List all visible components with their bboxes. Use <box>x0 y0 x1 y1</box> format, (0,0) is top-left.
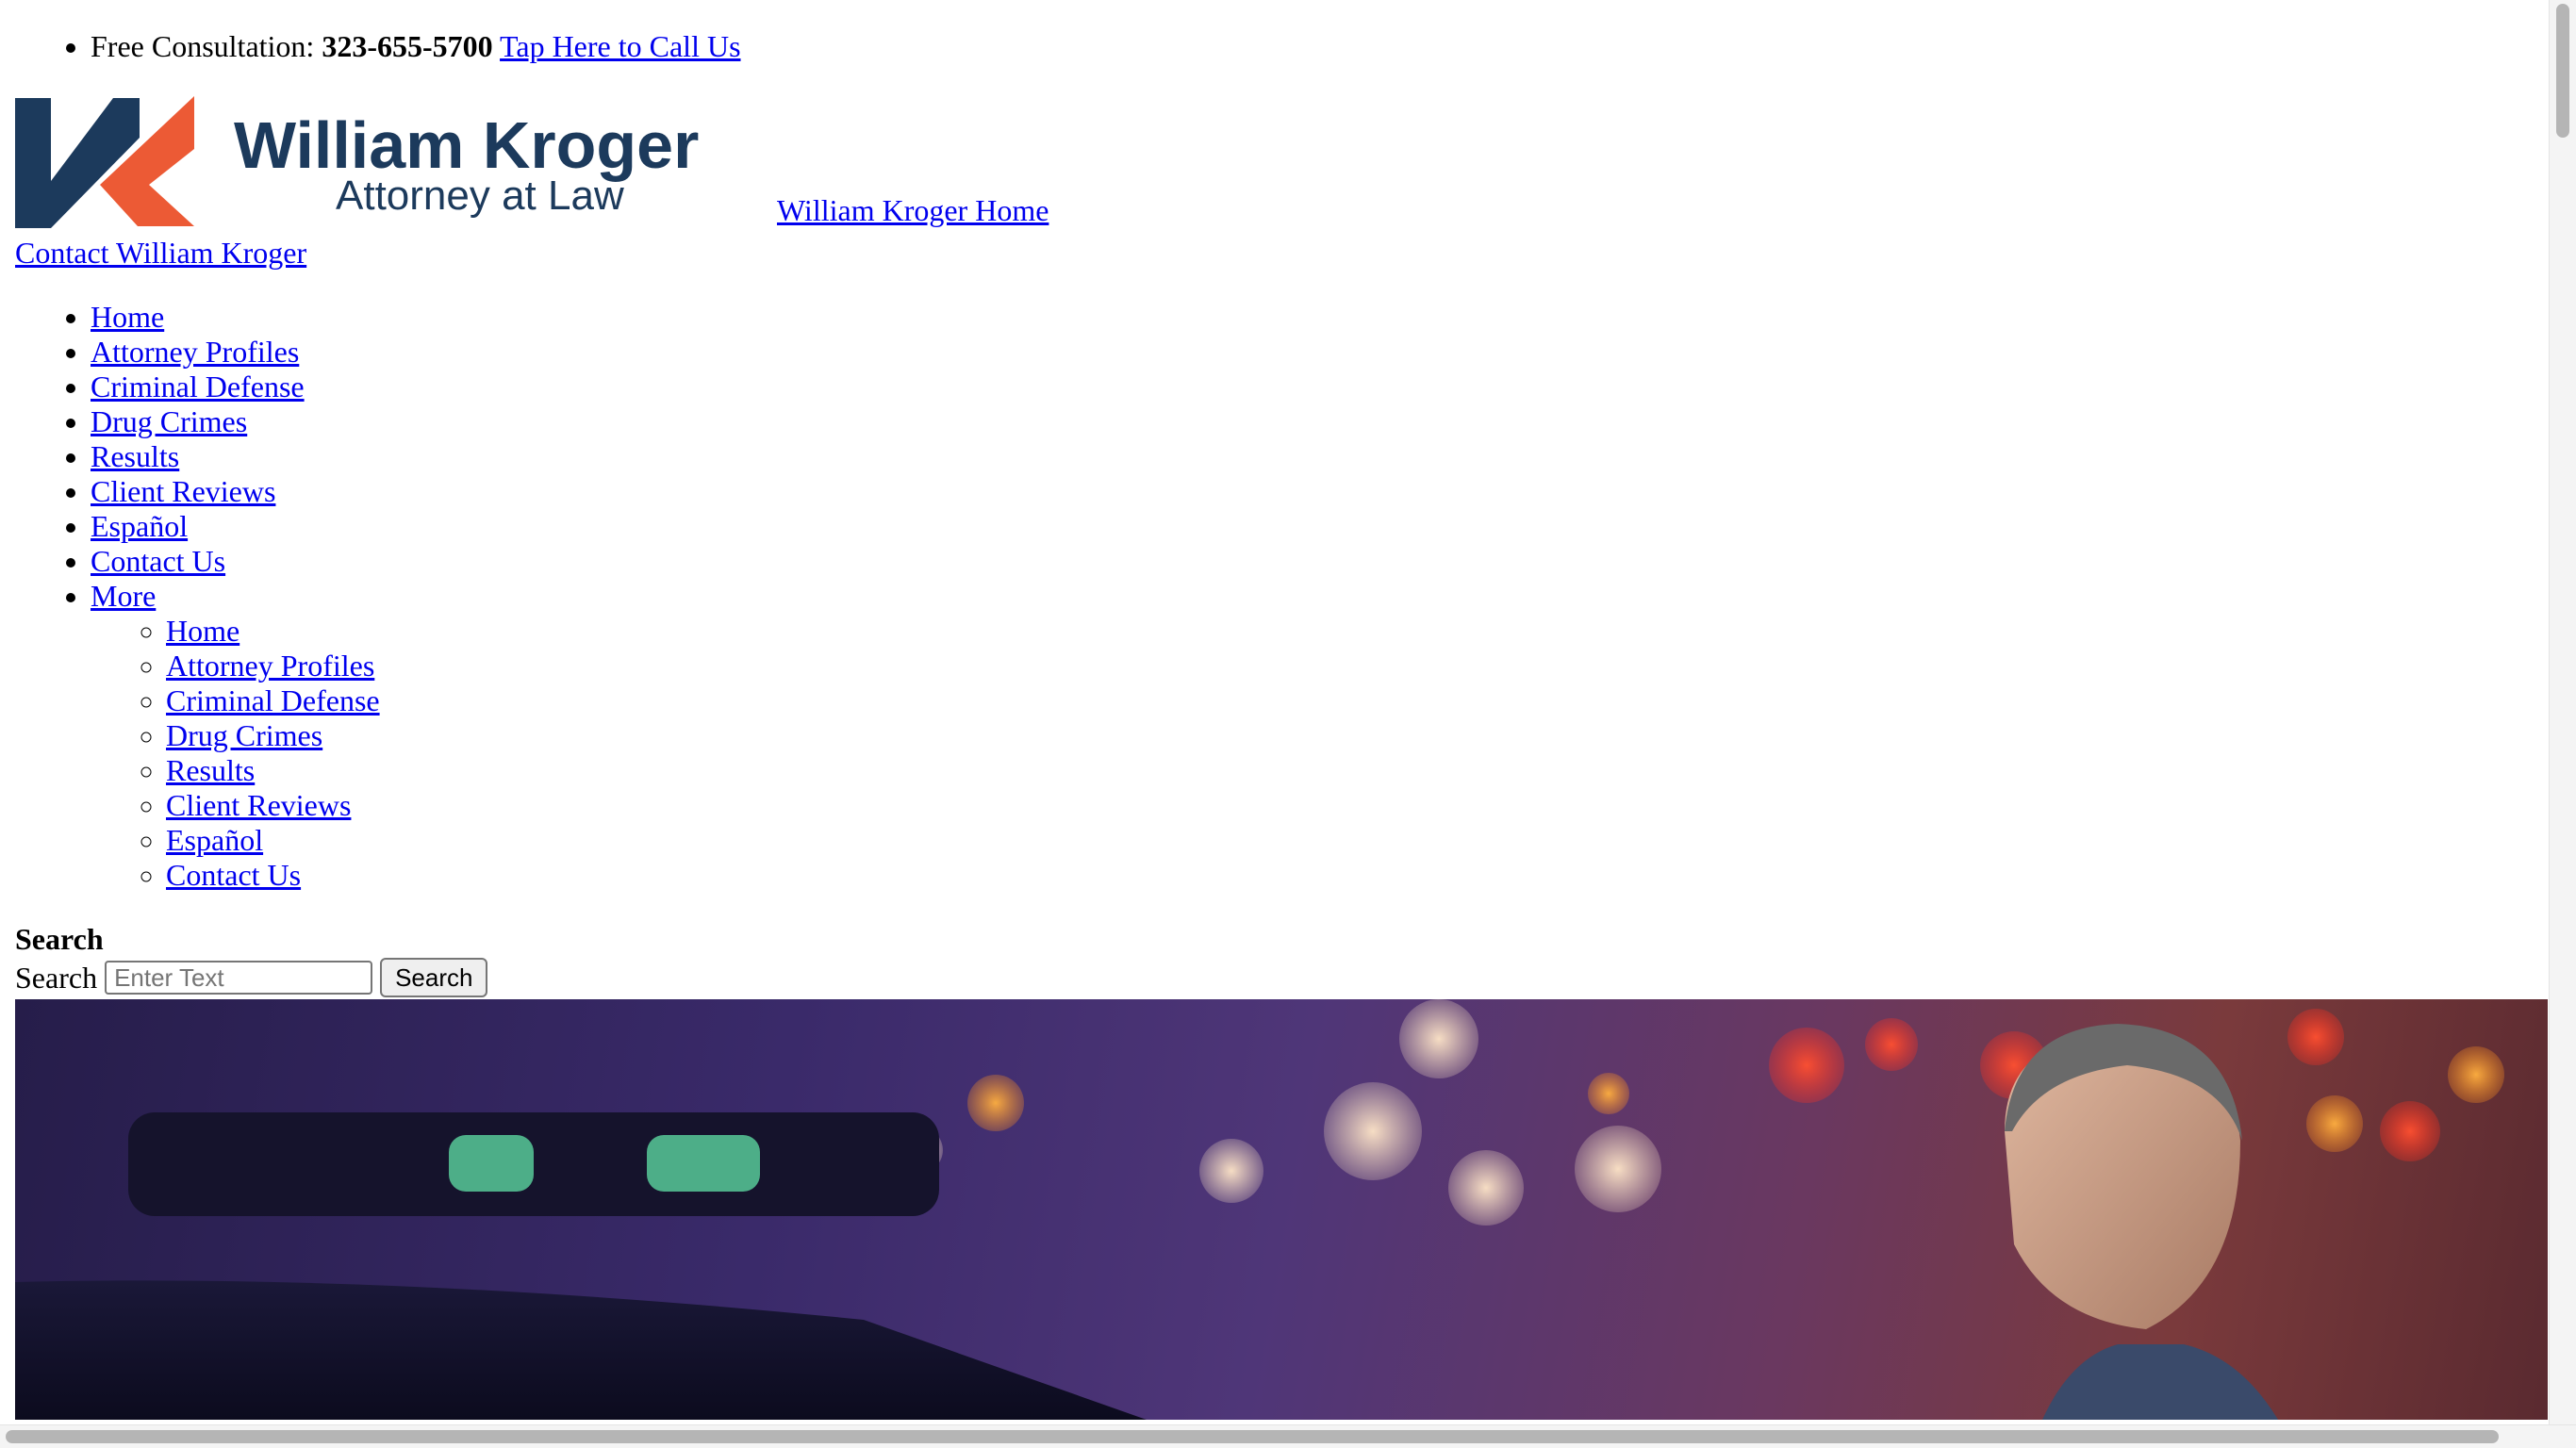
nav-link-more[interactable]: More <box>91 579 156 613</box>
bokeh-light <box>2306 1095 2363 1152</box>
nav-link-client-reviews[interactable]: Client Reviews <box>91 474 275 508</box>
submenu-item-client-reviews: Client Reviews <box>166 788 380 823</box>
home-link[interactable]: William Kroger Home <box>777 193 1049 228</box>
vertical-scroll-thumb[interactable] <box>2556 4 2569 138</box>
logo-mark-navy <box>15 98 140 228</box>
hero-banner <box>15 999 2548 1420</box>
submenu-item-drug-crimes: Drug Crimes <box>166 718 380 753</box>
light-bar-green <box>449 1135 534 1192</box>
submenu-link-home[interactable]: Home <box>166 614 239 648</box>
logo-name: William Kroger <box>234 108 699 182</box>
search-button[interactable]: Search <box>380 958 488 997</box>
bokeh-light <box>1769 1028 1844 1103</box>
call-link[interactable]: Tap Here to Call Us <box>500 29 740 63</box>
nav-item-home: Home <box>91 300 380 335</box>
submenu-link-criminal-defense[interactable]: Criminal Defense <box>166 683 380 717</box>
bokeh-light <box>2448 1046 2504 1103</box>
submenu-link-client-reviews[interactable]: Client Reviews <box>166 788 351 822</box>
top-bar: Free Consultation: 323-655-5700 Tap Here… <box>15 29 741 64</box>
main-nav: Home Attorney Profiles Criminal Defense … <box>15 300 380 893</box>
nav-item-drug-crimes: Drug Crimes <box>91 404 380 439</box>
bokeh-light <box>1324 1082 1422 1180</box>
submenu-item-home: Home <box>166 614 380 649</box>
nav-link-attorney-profiles[interactable]: Attorney Profiles <box>91 335 299 369</box>
nav-item-attorney-profiles: Attorney Profiles <box>91 335 380 370</box>
bokeh-light <box>2380 1101 2440 1161</box>
vertical-scrollbar[interactable] <box>2549 0 2576 1425</box>
phone-number: 323-655-5700 <box>322 29 493 63</box>
search-heading: Search <box>15 922 104 956</box>
bokeh-light <box>967 1075 1024 1131</box>
submenu-item-contact-us: Contact Us <box>166 858 380 893</box>
consultation-label: Free Consultation: <box>91 29 315 63</box>
nav-link-drug-crimes[interactable]: Drug Crimes <box>91 404 247 438</box>
submenu-link-drug-crimes[interactable]: Drug Crimes <box>166 718 322 752</box>
nav-item-client-reviews: Client Reviews <box>91 474 380 509</box>
bokeh-light <box>1575 1126 1661 1212</box>
bokeh-light <box>1448 1150 1524 1226</box>
nav-link-home[interactable]: Home <box>91 300 164 334</box>
submenu-link-espanol[interactable]: Español <box>166 823 263 857</box>
nav-link-results[interactable]: Results <box>91 439 179 473</box>
more-submenu: Home Attorney Profiles Criminal Defense … <box>91 614 380 893</box>
search-form: Search Search <box>15 958 488 997</box>
bokeh-light <box>1588 1073 1629 1114</box>
nav-item-more: More Home Attorney Profiles Criminal Def… <box>91 579 380 893</box>
horizontal-scrollbar[interactable] <box>0 1424 2576 1448</box>
submenu-link-results[interactable]: Results <box>166 753 255 787</box>
nav-item-espanol: Español <box>91 509 380 544</box>
police-car-roof <box>15 1280 1147 1420</box>
bokeh-light <box>2287 1009 2344 1065</box>
hero-image <box>15 999 2504 1420</box>
submenu-item-espanol: Español <box>166 823 380 858</box>
logo-tagline: Attorney at Law <box>336 173 624 219</box>
logo: William Kroger Attorney at Law <box>15 96 699 228</box>
logo-link[interactable]: William Kroger Attorney at Law <box>15 94 777 228</box>
search-input[interactable] <box>105 961 373 995</box>
submenu-link-contact-us[interactable]: Contact Us <box>166 858 301 892</box>
site-header: William Kroger Attorney at Law William K… <box>15 94 1049 228</box>
bokeh-light <box>1865 1018 1918 1071</box>
search-label: Search <box>15 960 98 995</box>
light-bar-green <box>647 1135 760 1192</box>
submenu-item-results: Results <box>166 753 380 788</box>
nav-item-contact-us: Contact Us <box>91 544 380 579</box>
submenu-item-attorney-profiles: Attorney Profiles <box>166 649 380 683</box>
bokeh-light <box>1199 1139 1263 1203</box>
nav-link-criminal-defense[interactable]: Criminal Defense <box>91 370 305 403</box>
nav-link-espanol[interactable]: Español <box>91 509 188 543</box>
horizontal-scroll-thumb[interactable] <box>6 1430 2499 1443</box>
nav-link-contact-us[interactable]: Contact Us <box>91 544 225 578</box>
submenu-item-criminal-defense: Criminal Defense <box>166 683 380 718</box>
nav-item-criminal-defense: Criminal Defense <box>91 370 380 404</box>
contact-link[interactable]: Contact William Kroger <box>15 236 306 271</box>
page: Free Consultation: 323-655-5700 Tap Here… <box>0 0 2550 1425</box>
bokeh-light <box>1399 999 1478 1078</box>
submenu-link-attorney-profiles[interactable]: Attorney Profiles <box>166 649 374 683</box>
suit-shape <box>2042 1344 2278 1420</box>
nav-item-results: Results <box>91 439 380 474</box>
consultation-item: Free Consultation: 323-655-5700 Tap Here… <box>91 29 741 64</box>
